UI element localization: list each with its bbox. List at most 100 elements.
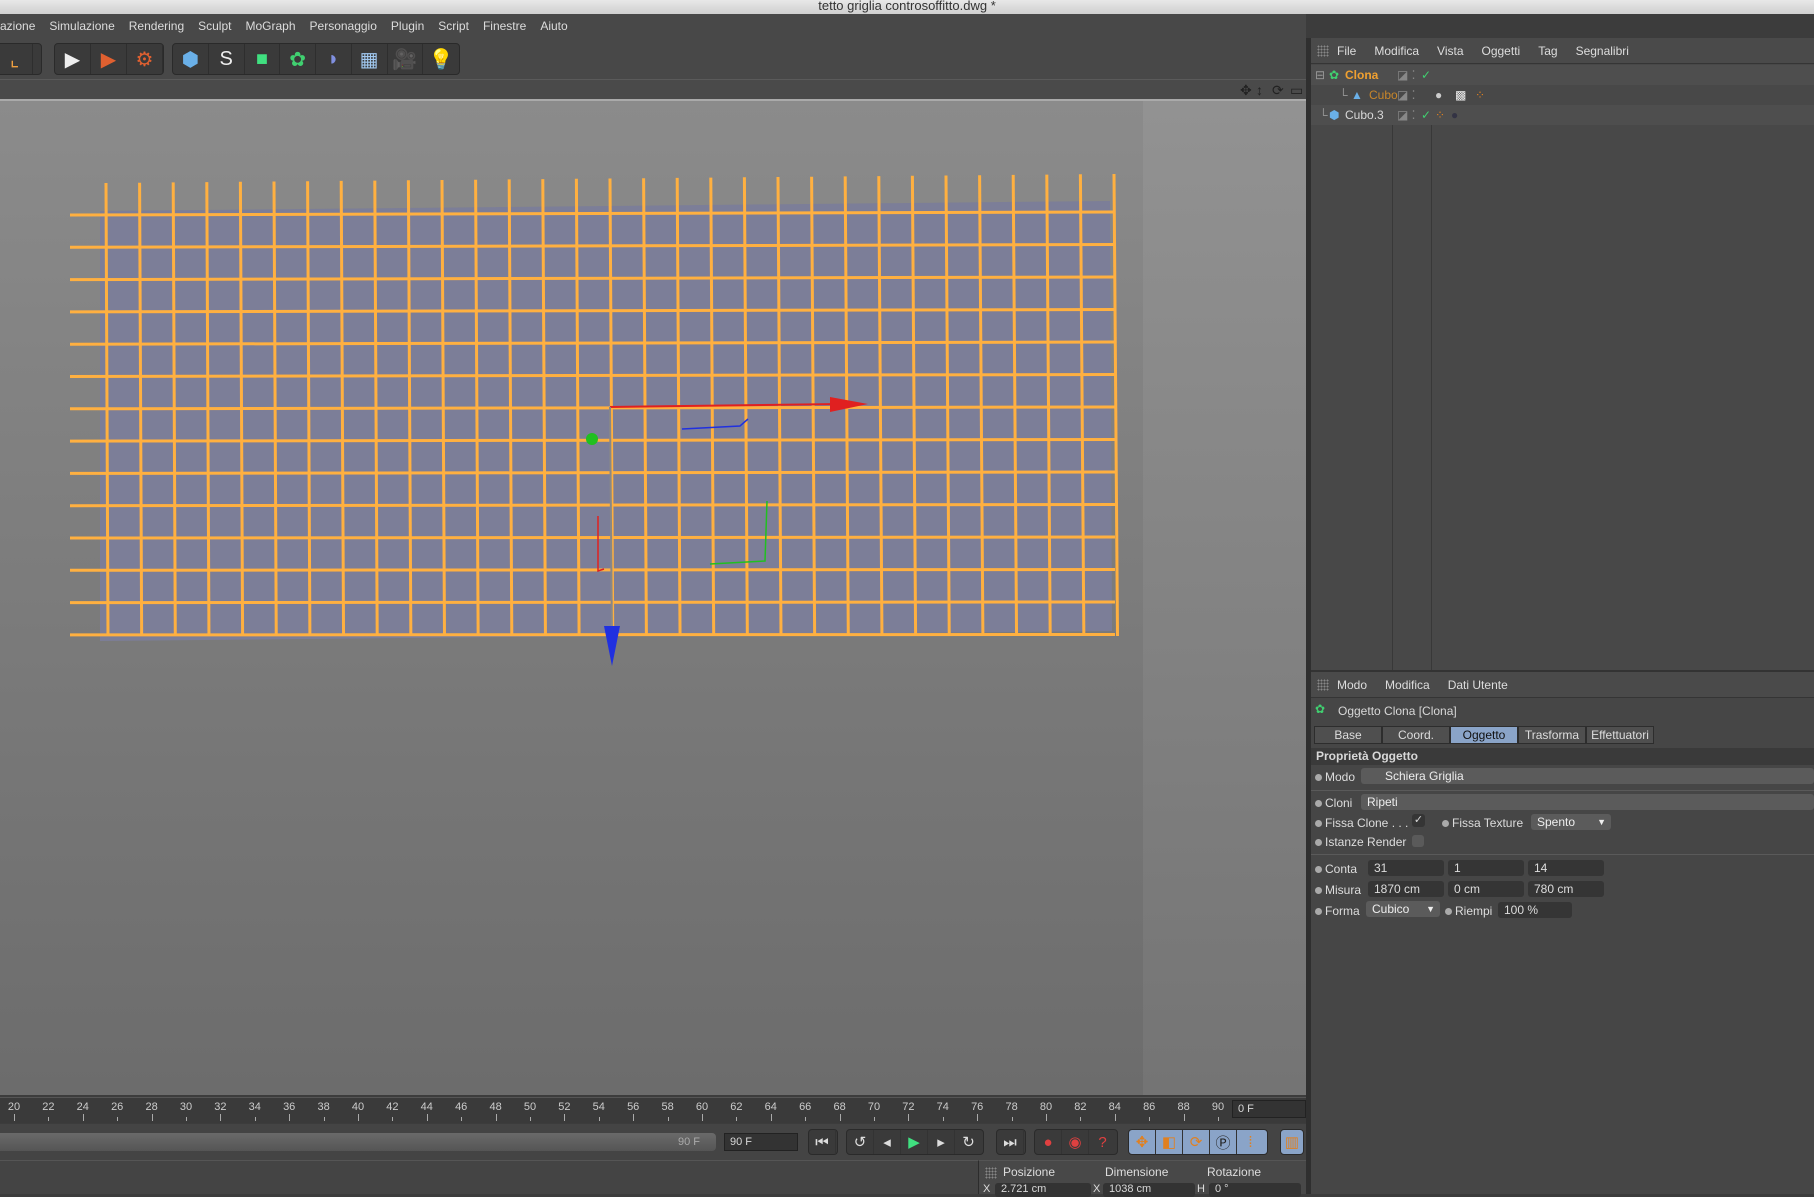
go-to-end-icon[interactable]: ⏭ [997,1130,1024,1154]
visibility-icon[interactable]: ◪ ⁚ [1397,85,1416,105]
texture-tag-icon[interactable]: ▩ [1455,85,1466,105]
fissa-texture-dropdown[interactable]: Spento▼ [1531,814,1611,830]
timeline-icon[interactable]: ▥ [1281,1130,1303,1154]
timeline-tick-mark [1080,1117,1081,1121]
conta-z-field[interactable]: 14 [1528,860,1604,876]
phong-tag-icon[interactable]: ⁘ [1435,105,1445,125]
menu-simulazione[interactable]: Simulazione [49,19,114,33]
timeline-tick-label: 84 [1109,1101,1121,1113]
next-key-icon[interactable]: ↻ [955,1130,982,1154]
keyframe-selection-icon[interactable]: ? [1089,1130,1116,1154]
subdivision-icon[interactable]: ■ [245,44,281,74]
floor-icon[interactable]: ▦ [352,44,388,74]
scale-track-icon[interactable]: ◧ [1156,1130,1183,1154]
tab-oggetto[interactable]: Oggetto [1450,726,1518,744]
move-view-icon[interactable]: ✥ [1240,82,1252,99]
am-menu-modifica[interactable]: Modifica [1385,678,1430,692]
modo-dropdown[interactable]: Schiera Griglia [1361,768,1814,784]
menu-aiuto[interactable]: Aiuto [540,19,567,33]
rotation-track-icon[interactable]: ⟳ [1183,1130,1210,1154]
menu-script[interactable]: Script [438,19,469,33]
conta-x-field[interactable]: 31 [1368,860,1444,876]
frame-range-slider[interactable]: 90 F [0,1133,716,1151]
am-menu-dati-utente[interactable]: Dati Utente [1448,678,1508,692]
menu-finestre[interactable]: Finestre [483,19,526,33]
object-row-clona[interactable]: ⊟ ✿ Clona ◪ ⁚ ✓ [1311,65,1814,85]
tab-base[interactable]: Base [1314,726,1382,744]
object-row-cubo[interactable]: └ ▲ Cubo ◪ ⁚ ● ▩ ⁘ [1311,85,1814,105]
camera-icon[interactable]: 🎥 [388,44,424,74]
render-settings-icon[interactable]: ⚙ [127,44,163,74]
rotation-h-field[interactable]: 0 ° [1209,1183,1301,1197]
am-menu-modo[interactable]: Modo [1337,678,1367,692]
go-to-start-icon[interactable]: ⏮ [809,1130,836,1154]
next-frame-icon[interactable]: ▸ [928,1130,955,1154]
riempi-field[interactable]: 100 % [1498,902,1572,918]
record-key-icon[interactable]: ● [1035,1130,1062,1154]
rotate-view-icon[interactable]: ⟳ [1272,82,1284,99]
deformer-icon[interactable]: ◗ [316,44,352,74]
misura-z-field[interactable]: 780 cm [1528,881,1604,897]
forma-dropdown[interactable]: Cubico▼ [1366,901,1440,917]
om-menu-segnalibri[interactable]: Segnalibri [1576,44,1629,58]
current-frame-field[interactable]: 0 F [1232,1100,1306,1118]
timeline-ruler[interactable]: 2022242628303234363840424446485052545658… [0,1097,1306,1123]
phong-tag-icon[interactable]: ⁘ [1475,85,1485,105]
om-menu-tag[interactable]: Tag [1538,44,1557,58]
om-menu-oggetti[interactable]: Oggetti [1482,44,1521,58]
material-tag-icon[interactable]: ● [1451,105,1458,125]
object-row-cubo3[interactable]: └ ⬢ Cubo.3 ◪ ⁚ ✓ ⁘ ● [1311,105,1814,125]
cube-icon[interactable]: ⬢ [173,44,209,74]
menu-plugin[interactable]: Plugin [391,19,424,33]
cloni-dropdown[interactable]: Ripeti [1361,794,1814,810]
istanze-render-checkbox[interactable] [1412,835,1424,847]
render-picture-viewer-icon[interactable]: ▶ [91,44,127,74]
menu-animazione[interactable]: azione [0,19,35,33]
timeline-tick-label: 76 [971,1101,983,1113]
enabled-check-icon[interactable]: ✓ [1421,65,1431,85]
light-icon[interactable]: 💡 [423,44,459,74]
render-view-icon[interactable]: ▶ [55,44,91,74]
grip-icon[interactable] [1317,45,1329,57]
play-icon[interactable]: ▶ [901,1130,928,1154]
autokey-icon[interactable]: ◉ [1062,1130,1089,1154]
misura-y-field[interactable]: 0 cm [1448,881,1524,897]
grip-icon[interactable] [1317,679,1329,691]
menu-mograph[interactable]: MoGraph [245,19,295,33]
position-x-field[interactable]: 2.721 cm [995,1183,1091,1197]
om-menu-file[interactable]: File [1337,44,1356,58]
tab-effettuatori[interactable]: Effettuatori [1586,726,1654,744]
tab-trasforma[interactable]: Trasforma [1518,726,1586,744]
visibility-icon[interactable]: ◪ ⁚ [1397,105,1416,125]
zoom-view-icon[interactable]: ↕ [1256,82,1263,98]
position-track-icon[interactable]: ✥ [1129,1130,1156,1154]
point-track-icon[interactable]: ⁞ [1237,1130,1264,1154]
grip-icon[interactable] [985,1167,997,1179]
misura-x-field[interactable]: 1870 cm [1368,881,1444,897]
material-tag-icon[interactable]: ● [1435,85,1442,105]
menu-sculpt[interactable]: Sculpt [198,19,231,33]
om-menu-modifica[interactable]: Modifica [1374,44,1419,58]
fissa-clone-checkbox[interactable]: ✓ [1412,814,1425,827]
spline-pen-icon[interactable]: S [209,44,245,74]
menu-personaggio[interactable]: Personaggio [310,19,377,33]
om-menu-vista[interactable]: Vista [1437,44,1463,58]
enabled-check-icon[interactable]: ✓ [1421,105,1431,125]
timeline-tick-label: 62 [730,1101,742,1113]
menu-rendering[interactable]: Rendering [129,19,184,33]
cloner-grid-object[interactable] [0,101,1306,1095]
3d-viewport[interactable] [0,101,1306,1095]
prev-key-icon[interactable]: ↺ [847,1130,874,1154]
parameter-track-icon[interactable]: Ⓟ [1210,1130,1237,1154]
tab-coord[interactable]: Coord. [1382,726,1450,744]
cloner-icon[interactable]: ✿ [280,44,316,74]
dimension-x-field[interactable]: 1038 cm [1103,1183,1195,1197]
maximize-view-icon[interactable]: ▭ [1290,82,1303,99]
end-frame-field[interactable]: 90 F [724,1133,798,1151]
axis-z-arrow[interactable] [604,626,620,666]
axis-y-handle[interactable] [586,433,598,445]
conta-y-field[interactable]: 1 [1448,860,1524,876]
world-axis-icon[interactable]: ⌞ [0,44,33,74]
prev-frame-icon[interactable]: ◂ [874,1130,901,1154]
visibility-icon[interactable]: ◪ ⁚ [1397,65,1416,85]
